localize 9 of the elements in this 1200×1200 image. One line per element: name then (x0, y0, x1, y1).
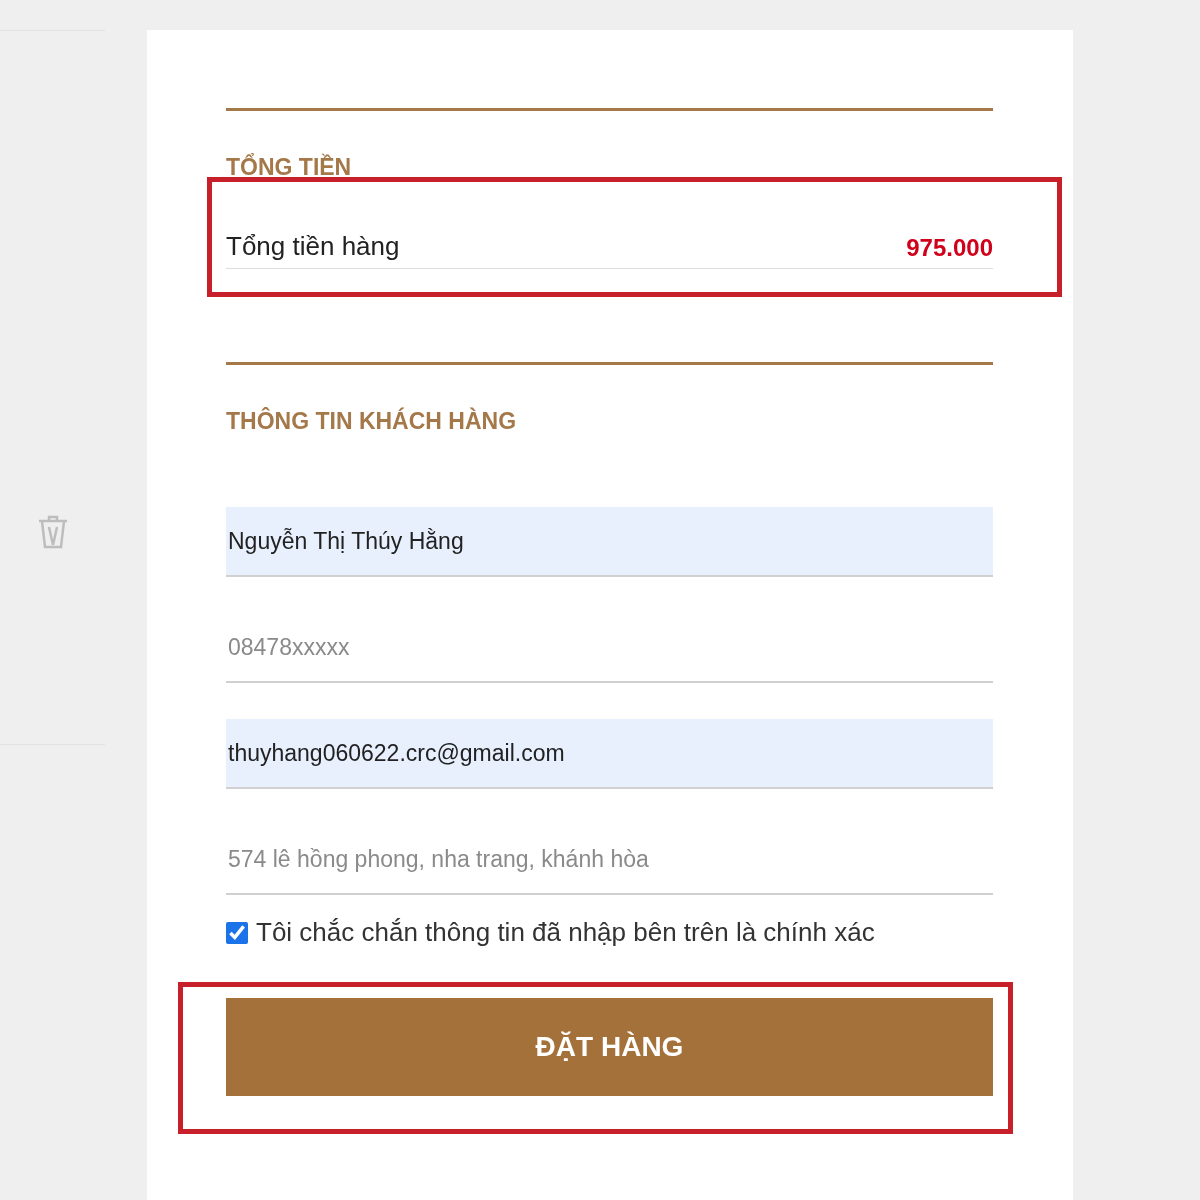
order-button[interactable]: ĐẶT HÀNG (226, 998, 993, 1096)
confirm-label: Tôi chắc chắn thông tin đã nhập bên trên là chính xác (256, 917, 875, 948)
input-field[interactable]: Nguyễn Thị Thúy Hằng (226, 507, 993, 577)
input-field[interactable]: thuyhang060622.crc@gmail.com (226, 719, 993, 789)
section-heading: THÔNG TIN KHÁCH HÀNG (226, 408, 518, 435)
confirm-checkbox[interactable] (226, 921, 248, 944)
total-amount: 975.000 (906, 234, 993, 262)
section-heading: TỔNG TIỀN (226, 154, 353, 181)
total-label: Tổng tiền hàng (226, 231, 400, 262)
